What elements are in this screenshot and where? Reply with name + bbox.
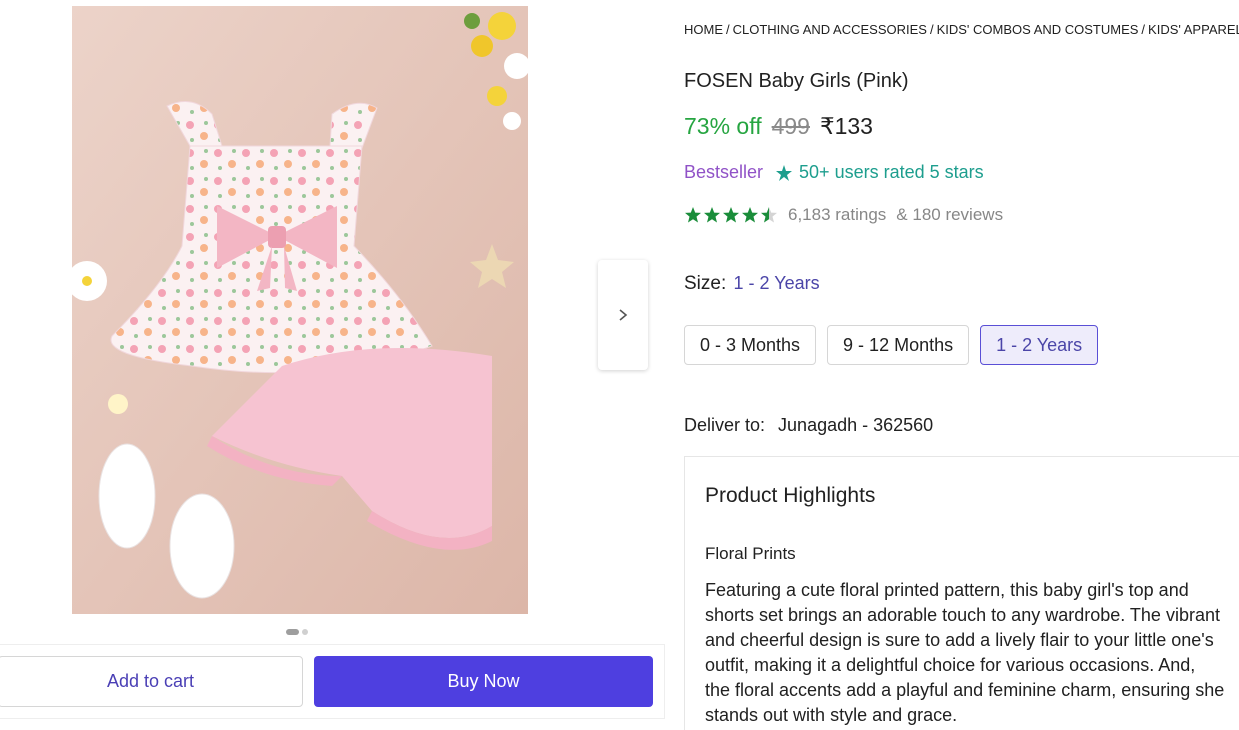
breadcrumb-home[interactable]: HOME bbox=[684, 22, 723, 37]
carousel-dot-active[interactable] bbox=[286, 629, 299, 635]
discount-percent: 73% off bbox=[684, 113, 762, 139]
breadcrumb: HOME / CLOTHING AND ACCESSORIES / KIDS' COMB… bbox=[684, 22, 1239, 37]
highlight-heading: Floral Prints bbox=[705, 544, 796, 563]
rated-star-icon bbox=[776, 164, 793, 181]
breadcrumb-separator: / bbox=[1141, 22, 1146, 37]
users-rated-badge: 50+ users rated 5 stars bbox=[775, 162, 984, 183]
product-highlights: Product Highlights Floral Prints Featuri… bbox=[684, 456, 1239, 730]
badge-row: Bestseller 50+ users rated 5 stars bbox=[684, 162, 984, 183]
breadcrumb-kids-apparel[interactable]: KIDS' APPAREL C bbox=[1148, 22, 1239, 37]
star-icon bbox=[761, 207, 777, 223]
highlights-title: Product Highlights bbox=[705, 484, 876, 507]
original-price: 499 bbox=[771, 113, 810, 139]
price-row: 73% off 499 ₹133 bbox=[684, 113, 873, 140]
star-icon bbox=[704, 207, 720, 223]
star-icon bbox=[685, 207, 701, 223]
breadcrumb-separator: / bbox=[929, 22, 934, 37]
selected-size: 1 - 2 Years bbox=[733, 273, 820, 293]
size-options: 0 - 3 Months 9 - 12 Months 1 - 2 Years bbox=[684, 325, 1099, 365]
product-title: FOSEN Baby Girls (Pink) bbox=[684, 70, 909, 92]
product-image[interactable] bbox=[72, 6, 528, 614]
star-rating bbox=[684, 206, 778, 224]
selling-price: ₹133 bbox=[819, 113, 873, 139]
size-option-1-2-years[interactable]: 1 - 2 Years bbox=[980, 325, 1099, 365]
chevron-right-icon bbox=[619, 309, 628, 321]
size-option-9-12-months[interactable]: 9 - 12 Months bbox=[827, 325, 970, 365]
bestseller-badge: Bestseller bbox=[684, 162, 764, 182]
highlight-description: Featuring a cute floral printed pattern,… bbox=[705, 580, 1225, 725]
product-photo-icon bbox=[72, 6, 528, 614]
size-label: Size: bbox=[684, 273, 727, 294]
carousel-dots bbox=[286, 629, 308, 635]
delivery-location[interactable]: Junagadh - 362560 bbox=[778, 415, 933, 435]
action-bar: Add to cart Buy Now bbox=[0, 644, 665, 719]
breadcrumb-clothing[interactable]: CLOTHING AND ACCESSORIES bbox=[733, 22, 927, 37]
users-rated-text: 50+ users rated 5 stars bbox=[799, 162, 984, 182]
reviews-count: & 180 reviews bbox=[896, 205, 1004, 224]
rating-row[interactable]: 6,183 ratings & 180 reviews bbox=[684, 205, 1003, 225]
breadcrumb-kids-combos[interactable]: KIDS' COMBOS AND COSTUMES bbox=[937, 22, 1139, 37]
size-label-row: Size: 1 - 2 Years bbox=[684, 273, 820, 295]
delivery-row[interactable]: Deliver to: Junagadh - 362560 bbox=[684, 415, 933, 436]
ratings-count: 6,183 ratings bbox=[788, 205, 887, 224]
star-icon bbox=[723, 207, 739, 223]
carousel-dot[interactable] bbox=[302, 629, 308, 635]
buy-now-button[interactable]: Buy Now bbox=[314, 656, 653, 707]
breadcrumb-separator: / bbox=[726, 22, 730, 37]
next-image-button[interactable] bbox=[598, 260, 648, 370]
product-page: Add to cart Buy Now HOME / CLOTHING AND AC… bbox=[0, 0, 1239, 730]
star-icon bbox=[742, 207, 758, 223]
add-to-cart-button[interactable]: Add to cart bbox=[0, 656, 303, 707]
deliver-label: Deliver to: bbox=[684, 415, 766, 435]
size-option-0-3-months[interactable]: 0 - 3 Months bbox=[684, 325, 817, 365]
